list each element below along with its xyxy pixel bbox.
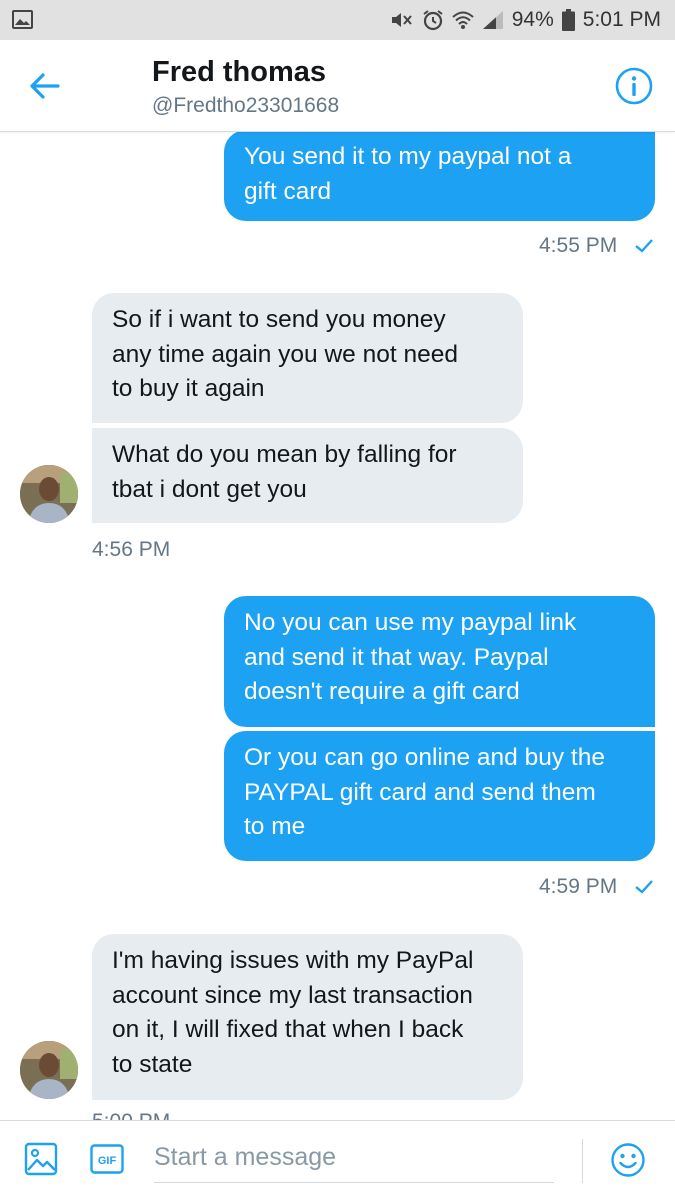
back-arrow-icon[interactable] xyxy=(28,70,62,102)
message-line: What do you mean by falling for xyxy=(112,441,457,468)
message-bubble-incoming[interactable]: What do you mean by falling for tbat i d… xyxy=(92,428,523,523)
message-thread: You send it to my paypal not a gift card… xyxy=(0,132,675,1120)
message-line: and send it that way. Paypal xyxy=(244,643,549,671)
message-line: to buy it again xyxy=(112,375,265,402)
avatar[interactable] xyxy=(20,465,78,523)
battery-icon xyxy=(561,9,575,31)
message-line: So if i want to send you money xyxy=(112,306,446,333)
conversation-header: Fred thomas @Fredtho23301668 xyxy=(0,40,675,132)
message-timestamp: 4:56 PM xyxy=(92,538,171,561)
message-bubble-outgoing[interactable]: Or you can go online and buy the PAYPAL … xyxy=(224,731,655,861)
message-bubble-incoming[interactable]: I'm having issues with my PayPal account… xyxy=(92,934,523,1100)
message-bubble-outgoing[interactable]: You send it to my paypal not a gift card xyxy=(224,132,655,221)
message-line: You send it to my paypal not a xyxy=(244,143,572,170)
message-line: gift card xyxy=(244,177,332,205)
message-line: on it, I will fixed that when I back xyxy=(112,1016,464,1043)
info-icon[interactable] xyxy=(614,66,654,106)
check-icon xyxy=(635,880,653,894)
message-line: I'm having issues with my PayPal xyxy=(112,947,474,974)
status-bar: 94% 5:01 PM xyxy=(0,0,675,40)
avatar[interactable] xyxy=(20,1041,78,1099)
message-line: to state xyxy=(112,1050,193,1078)
signal-icon xyxy=(482,11,503,29)
wifi-icon xyxy=(452,11,474,29)
clock: 5:01 PM xyxy=(582,8,661,31)
message-bubble-outgoing[interactable]: No you can use my paypal link and send i… xyxy=(224,596,655,727)
divider xyxy=(582,1139,583,1183)
contact-name[interactable]: Fred thomas xyxy=(152,56,326,89)
message-line: to me xyxy=(244,813,306,840)
message-line: No you can use my paypal link xyxy=(244,609,577,636)
message-line: account since my last transaction xyxy=(112,981,473,1009)
message-bubble-incoming[interactable]: So if i want to send you money any time … xyxy=(92,293,523,423)
battery-percent: 94% xyxy=(511,8,554,31)
image-icon[interactable] xyxy=(24,1142,58,1176)
message-composer: GIF xyxy=(0,1120,675,1200)
gif-button[interactable]: GIF xyxy=(90,1144,124,1174)
alarm-icon xyxy=(423,10,443,31)
message-line: doesn't require a gift card xyxy=(244,678,520,705)
message-line: Or you can go online and buy the xyxy=(244,744,605,771)
gif-label: GIF xyxy=(98,1155,117,1167)
message-timestamp: 4:59 PM xyxy=(539,875,618,898)
message-line: tbat i dont get you xyxy=(112,475,307,503)
gallery-icon xyxy=(12,10,33,29)
mute-icon xyxy=(391,13,412,27)
contact-handle[interactable]: @Fredtho23301668 xyxy=(152,94,339,118)
gif-icon: GIF xyxy=(90,1144,124,1174)
message-line: any time again you we not need xyxy=(112,340,458,368)
emoji-icon[interactable] xyxy=(610,1142,646,1178)
check-icon xyxy=(635,239,653,253)
message-timestamp: 4:55 PM xyxy=(539,234,618,257)
message-timestamp: 5:00 PM xyxy=(92,1110,170,1120)
message-input[interactable] xyxy=(154,1133,554,1183)
message-line: PAYPAL gift card and send them xyxy=(244,778,596,806)
